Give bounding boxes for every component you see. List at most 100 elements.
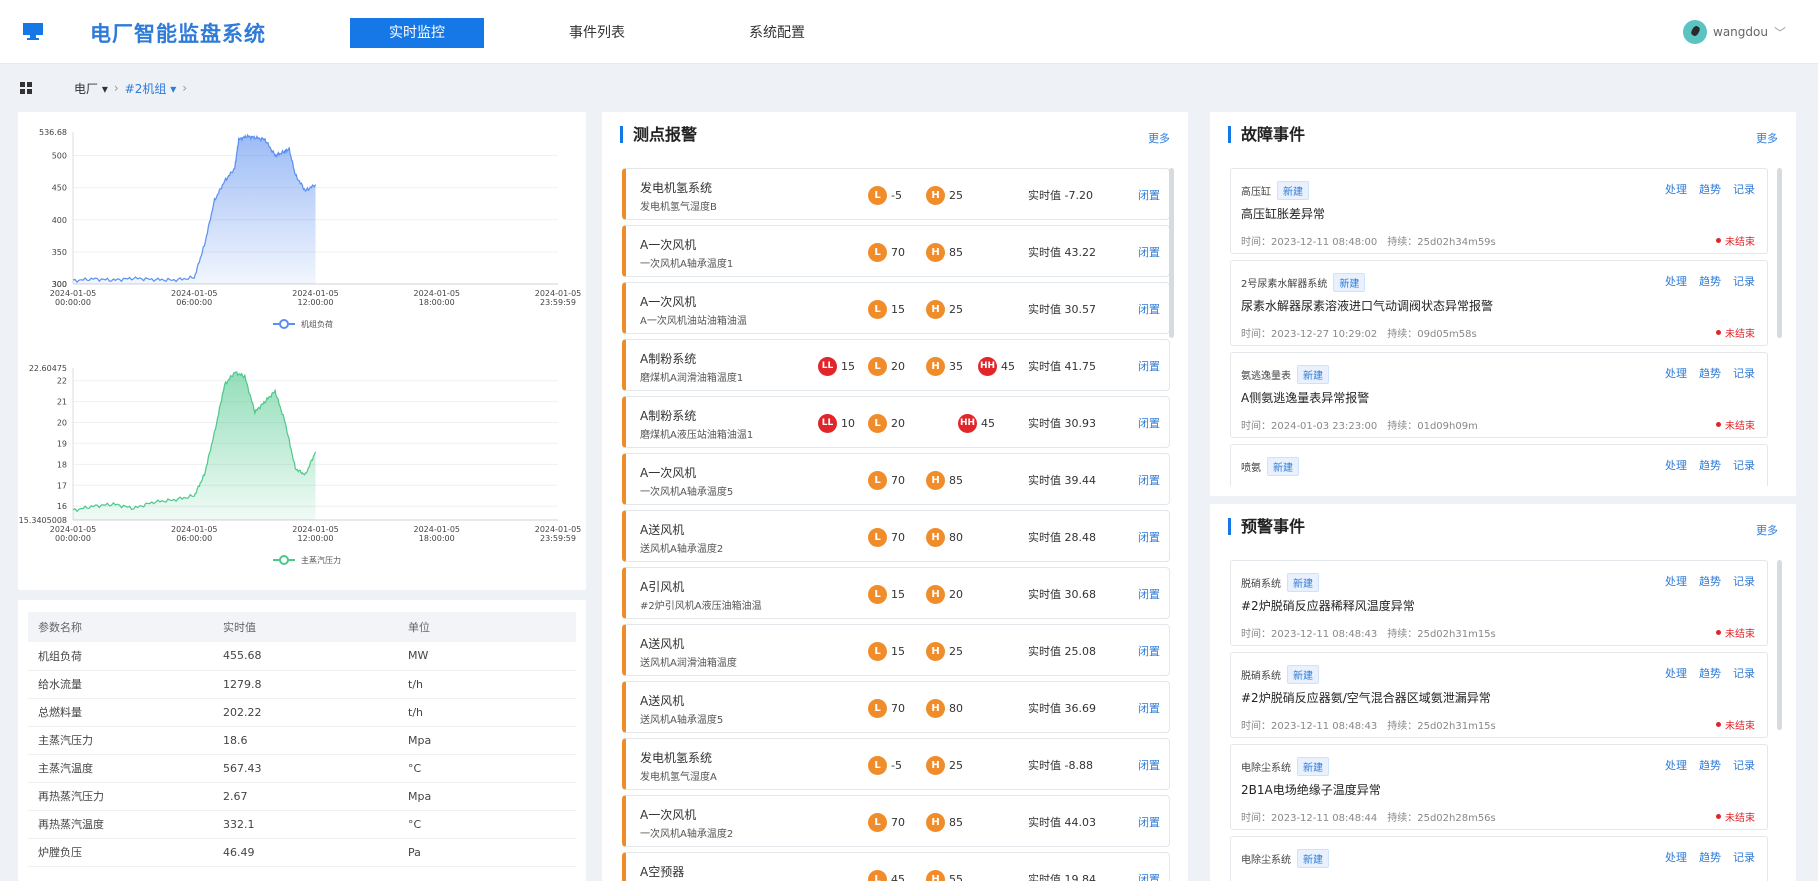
- breadcrumb-unit[interactable]: #2机组 ▾: [125, 80, 177, 97]
- event-item[interactable]: 电除尘系统 新建 处理 趋势 记录 2B1A电场绝缘子温度异常 时间：2023-12-11 …: [1230, 744, 1768, 830]
- threshold-value: -5: [891, 759, 902, 772]
- tab-system-config[interactable]: 系统配置: [710, 18, 844, 48]
- x-tick-label: 2024-01-05: [535, 525, 582, 534]
- event-item[interactable]: 脱硝系统 新建 处理 趋势 记录 #2炉脱硝反应器氨/空气混合器区域氨泄漏异常 时间：202…: [1230, 652, 1768, 738]
- threshold-h: H 85: [926, 471, 963, 490]
- threshold-l: L 70: [868, 471, 905, 490]
- handle-button[interactable]: 处理: [1665, 757, 1687, 773]
- alarm-idle-button[interactable]: 闭置: [1138, 358, 1160, 374]
- trend-button[interactable]: 趋势: [1699, 665, 1721, 681]
- record-button[interactable]: 记录: [1733, 457, 1755, 473]
- handle-button[interactable]: 处理: [1665, 365, 1687, 381]
- alarm-item[interactable]: A引风机 #2炉引风机A液压油箱油温 L 15 H 20 实时值 30.68 闭置: [622, 567, 1170, 619]
- alarm-item[interactable]: A制粉系统 磨煤机A液压站油箱油温1 LL 10 L 20 HH 45 实时值 30.93 闭置: [622, 396, 1170, 448]
- handle-button[interactable]: 处理: [1665, 665, 1687, 681]
- record-button[interactable]: 记录: [1733, 573, 1755, 589]
- threshold-badges: L 70 H 85: [818, 471, 1018, 491]
- warning-scrollbar[interactable]: [1777, 560, 1782, 730]
- alarm-idle-button[interactable]: 闭置: [1138, 415, 1160, 431]
- tab-realtime-monitor[interactable]: 实时监控: [350, 18, 484, 48]
- alarm-idle-button[interactable]: 闭置: [1138, 700, 1160, 716]
- x-tick-label: 2024-01-05: [292, 289, 339, 298]
- record-button[interactable]: 记录: [1733, 365, 1755, 381]
- threshold-h: H 25: [926, 642, 963, 661]
- alarm-point: 一次风机A轴承温度1: [640, 259, 734, 270]
- x-tick-label-time: 12:00:00: [298, 298, 334, 307]
- alarm-idle-button[interactable]: 闭置: [1138, 529, 1160, 545]
- alarm-item[interactable]: A一次风机 一次风机A轴承温度1 L 70 H 85 实时值 43.22 闭置: [622, 225, 1170, 277]
- grid-menu-icon[interactable]: [20, 82, 32, 94]
- event-item[interactable]: 高压缸 新建 处理 趋势 记录 高压缸胀差异常 时间：2023-12-11 08:48:00…: [1230, 168, 1768, 254]
- alarm-realtime-value: 实时值 28.48: [1028, 531, 1096, 544]
- fault-more-link[interactable]: 更多: [1756, 130, 1778, 146]
- alarm-idle-button[interactable]: 闭置: [1138, 757, 1160, 773]
- alarm-item[interactable]: A送风机 送风机A轴承温度2 L 70 H 80 实时值 28.48 闭置: [622, 510, 1170, 562]
- event-item[interactable]: 喷氨 新建 处理 趋势 记录: [1230, 444, 1768, 486]
- event-item[interactable]: 脱硝系统 新建 处理 趋势 记录 #2炉脱硝反应器稀释风温度异常 时间：2023-12-11…: [1230, 560, 1768, 646]
- trend-button[interactable]: 趋势: [1699, 849, 1721, 865]
- alarm-scrollbar[interactable]: [1169, 168, 1174, 338]
- alarm-idle-button[interactable]: 闭置: [1138, 871, 1160, 881]
- alarm-idle-button[interactable]: 闭置: [1138, 586, 1160, 602]
- status-badge: 新建: [1297, 365, 1329, 384]
- table-row: 机组负荷 455.68 MW: [28, 642, 576, 671]
- threshold-h: H 85: [926, 243, 963, 262]
- handle-button[interactable]: 处理: [1665, 273, 1687, 289]
- warning-more-link[interactable]: 更多: [1756, 522, 1778, 538]
- handle-button[interactable]: 处理: [1665, 457, 1687, 473]
- record-button[interactable]: 记录: [1733, 849, 1755, 865]
- alarm-realtime-value: 实时值 36.69: [1028, 702, 1096, 715]
- event-item[interactable]: 氨逃逸量表 新建 处理 趋势 记录 A侧氨逃逸量表异常报警 时间：2024-01-03 23…: [1230, 352, 1768, 438]
- tab-event-list[interactable]: 事件列表: [530, 18, 664, 48]
- alarm-item[interactable]: 发电机氢系统 发电机氢气湿度A L -5 H 25 实时值 -8.88 闭置: [622, 738, 1170, 790]
- trend-button[interactable]: 趋势: [1699, 181, 1721, 197]
- trend-button[interactable]: 趋势: [1699, 365, 1721, 381]
- alarm-realtime-value: 实时值 -8.88: [1028, 759, 1093, 772]
- fault-scrollbar[interactable]: [1777, 168, 1782, 338]
- alarm-idle-button[interactable]: 闭置: [1138, 301, 1160, 317]
- trend-button[interactable]: 趋势: [1699, 273, 1721, 289]
- alarm-item[interactable]: A一次风机 一次风机A轴承温度5 L 70 H 85 实时值 39.44 闭置: [622, 453, 1170, 505]
- alarm-idle-button[interactable]: 闭置: [1138, 472, 1160, 488]
- alarm-more-link[interactable]: 更多: [1148, 130, 1170, 146]
- alarm-realtime-value: 实时值 19.84: [1028, 873, 1096, 881]
- col-header-value: 实时值: [213, 612, 398, 642]
- trend-button[interactable]: 趋势: [1699, 457, 1721, 473]
- user-menu[interactable]: wangdou ﹀: [1683, 20, 1786, 44]
- alarm-idle-button[interactable]: 闭置: [1138, 643, 1160, 659]
- alarm-item[interactable]: 发电机氢系统 发电机氢气湿度B L -5 H 25 实时值 -7.20 闭置: [622, 168, 1170, 220]
- trend-button[interactable]: 趋势: [1699, 573, 1721, 589]
- threshold-h-icon: H: [926, 585, 945, 604]
- alarm-item[interactable]: A送风机 送风机A润滑油箱温度 L 15 H 25 实时值 25.08 闭置: [622, 624, 1170, 676]
- threshold-l: L 15: [868, 300, 905, 319]
- alarm-item[interactable]: A空预器 L 45 H 55 实时值 19.84 闭置: [622, 852, 1170, 881]
- alarm-item[interactable]: A送风机 送风机A轴承温度5 L 70 H 80 实时值 36.69 闭置: [622, 681, 1170, 733]
- event-item[interactable]: 电除尘系统 新建 处理 趋势 记录: [1230, 836, 1768, 881]
- alarm-panel-title: 测点报警: [620, 126, 697, 143]
- alarm-idle-button[interactable]: 闭置: [1138, 814, 1160, 830]
- threshold-h-icon: H: [926, 186, 945, 205]
- alarm-item[interactable]: A制粉系统 磨煤机A润滑油箱温度1 LL 15 L 20 H 35 HH 45 实时值 41.75 闭…: [622, 339, 1170, 391]
- event-item[interactable]: 2号尿素水解器系统 新建 处理 趋势 记录 尿素水解器尿素溶液进口气动调阀状态异常报警 时间…: [1230, 260, 1768, 346]
- alarm-idle-button[interactable]: 闭置: [1138, 244, 1160, 260]
- record-button[interactable]: 记录: [1733, 757, 1755, 773]
- trend-button[interactable]: 趋势: [1699, 757, 1721, 773]
- event-status: 未结束: [1716, 625, 1755, 640]
- record-button[interactable]: 记录: [1733, 273, 1755, 289]
- record-button[interactable]: 记录: [1733, 181, 1755, 197]
- handle-button[interactable]: 处理: [1665, 181, 1687, 197]
- alarm-item[interactable]: A一次风机 A一次风机油站油箱油温 L 15 H 25 实时值 30.57 闭置: [622, 282, 1170, 334]
- x-tick-label-time: 23:59:59: [540, 534, 576, 543]
- alarm-item[interactable]: A一次风机 一次风机A轴承温度2 L 70 H 85 实时值 44.03 闭置: [622, 795, 1170, 847]
- alarm-idle-button[interactable]: 闭置: [1138, 187, 1160, 203]
- threshold-value: 85: [949, 816, 963, 829]
- record-button[interactable]: 记录: [1733, 665, 1755, 681]
- threshold-h-icon: H: [926, 471, 945, 490]
- x-tick-label: 2024-01-05: [50, 289, 97, 298]
- alarm-system: A空预器: [640, 865, 685, 879]
- event-status: 未结束: [1716, 809, 1755, 824]
- threshold-badges: L 70 H 85: [818, 813, 1018, 833]
- breadcrumb-plant[interactable]: 电厂 ▾: [74, 80, 108, 97]
- handle-button[interactable]: 处理: [1665, 573, 1687, 589]
- handle-button[interactable]: 处理: [1665, 849, 1687, 865]
